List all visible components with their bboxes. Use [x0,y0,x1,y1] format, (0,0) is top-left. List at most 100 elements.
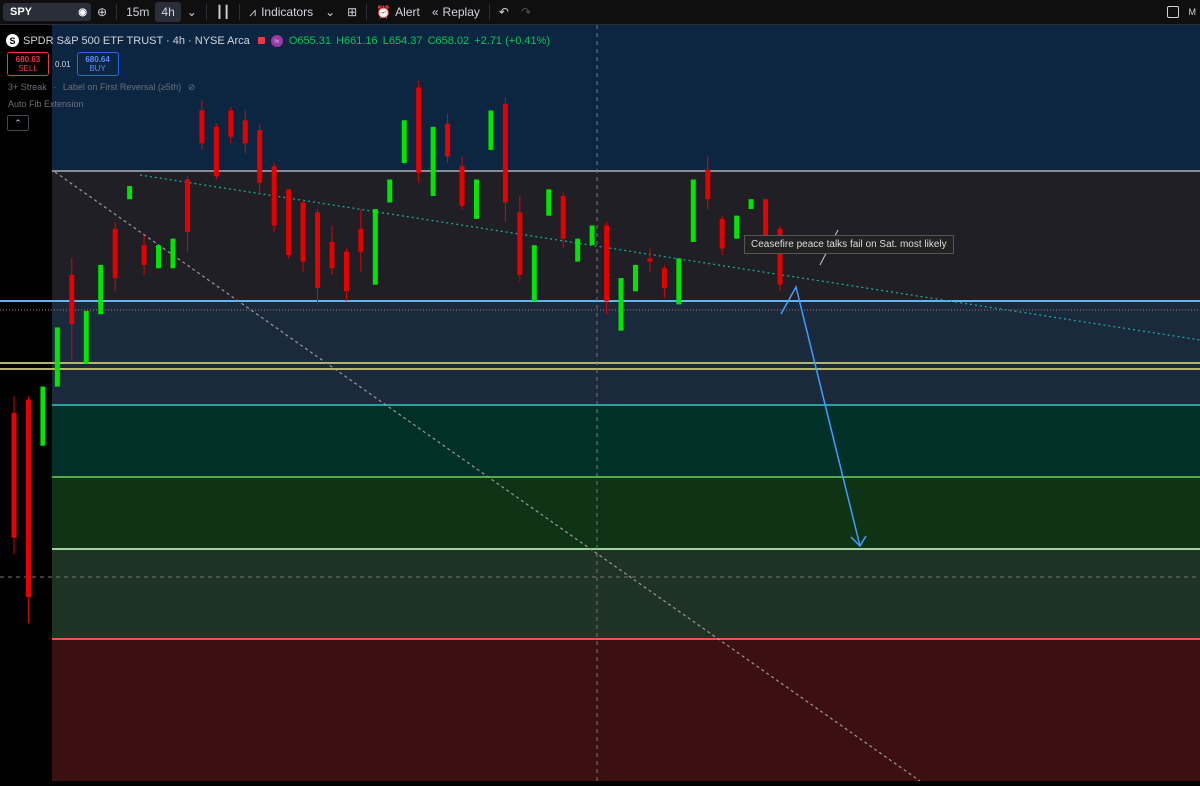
candle [26,396,31,623]
symbol-search[interactable]: SPY ◉ [3,3,91,21]
rewind-icon: « [432,5,439,19]
candle-body [749,199,754,209]
annotation-callout[interactable]: Ceasefire peace talks fail on Sat. most … [744,235,954,254]
candle [474,179,479,218]
candle-body [214,127,219,176]
candle-body [763,199,768,235]
candle [691,179,696,241]
indicators-button[interactable]: ⩘ Indicators [243,2,319,22]
high-value: H661.16 [336,35,378,47]
candle [170,239,175,269]
candle [12,396,17,554]
divider [489,4,490,20]
indicators-dropdown[interactable]: ⌄ [319,2,341,22]
alert-label: Alert [395,5,420,19]
change-value: +2.71 (+0.41%) [474,35,550,47]
candle [40,387,45,446]
add-symbol-button[interactable]: ⊕ [91,2,113,22]
candle-body [156,245,161,268]
candle-body [517,212,522,274]
candle-body [113,229,118,278]
divider [206,4,207,20]
zone-green-2 [52,549,1200,639]
replay-button[interactable]: « Replay [426,2,486,22]
candle [286,189,291,258]
indicators-icon: ⩘ [249,5,256,20]
alert-button[interactable]: ⏰ Alert [370,2,426,22]
candle [590,226,595,246]
candle [619,278,624,331]
candle [55,327,60,386]
price-chart[interactable] [0,25,1200,781]
candle-body [633,265,638,291]
fullscreen-button[interactable] [1161,2,1185,22]
symbol-logo-icon: S [6,34,19,47]
interval-4h[interactable]: 4h [155,2,180,22]
candle [373,209,378,285]
candle-body [142,245,147,265]
indicator-streak[interactable]: 3+ Streak · Label on First Reversal (≥5t… [8,82,195,93]
streak-separator: · [53,82,56,92]
streak-name: 3+ Streak [8,82,47,92]
sell-button[interactable]: 680.63 SELL [7,52,49,76]
buy-button[interactable]: 680.64 BUY [77,52,119,76]
chevron-up-icon: ⌃ [14,118,22,129]
chart-area[interactable]: Ceasefire peace talks fail on Sat. most … [0,25,1200,781]
collapse-legend-button[interactable]: ⌃ [7,115,29,131]
candle [676,258,681,304]
candle-body [40,387,45,446]
chevron-down-icon: ⌄ [325,5,335,19]
candle-body [315,212,320,288]
streak-setting: Label on First Reversal (≥5th) [63,82,182,92]
candle [127,186,132,199]
spread-value: 0.01 [55,60,71,69]
candle [633,265,638,291]
hidden-eye-icon[interactable]: ⊘ [188,82,196,92]
interval-dropdown[interactable]: ⌄ [181,2,203,22]
symbol-label: SPY [10,6,32,18]
ohlc-values: O655.31 H661.16 L654.37 C658.02 +2.71 (+… [289,35,552,47]
candle-body [460,166,465,205]
candle-body [12,413,17,538]
candle-body [358,229,363,252]
redo-icon: ↷ [521,5,531,19]
alarm-icon: ⏰ [376,5,391,19]
low-value: L654.37 [383,35,423,47]
chart-type-button[interactable]: ┃┃ [210,2,236,22]
plus-circle-icon: ⊕ [97,5,107,19]
candle-body [647,258,652,261]
close-value: C658.02 [428,35,470,47]
candle [156,245,161,268]
candle-body [228,110,233,136]
candle-body [431,127,436,196]
candle-body [185,179,190,232]
divider [116,4,117,20]
candle-body [402,120,407,163]
zone-teal [52,405,1200,477]
candle-body [257,130,262,183]
candle-body [590,226,595,246]
undo-button[interactable]: ↶ [493,2,515,22]
menu-letter[interactable]: M [1185,2,1200,22]
redo-button[interactable]: ↷ [515,2,537,22]
indicator-fib[interactable]: Auto Fib Extension [8,99,84,109]
market-closed-icon [258,37,265,44]
trade-buttons: 680.63 SELL 0.01 680.64 BUY [7,52,119,76]
indicators-label: Indicators [261,5,313,19]
candle-body [705,170,710,200]
candle-body [662,268,667,288]
divider [239,4,240,20]
interval-15m[interactable]: 15m [120,2,155,22]
candle [84,311,89,364]
eye-icon[interactable]: ◉ [78,7,87,18]
candle [604,222,609,314]
candle-body [243,120,248,143]
symbol-title[interactable]: SPDR S&P 500 ETF TRUST · 4h · NYSE Arca [23,35,250,47]
candle [98,265,103,314]
candle [734,216,739,239]
candle [749,199,754,209]
layouts-button[interactable]: ⊞ [341,2,363,22]
candle-body [69,275,74,324]
candle-body [619,278,624,331]
candle [532,245,537,301]
